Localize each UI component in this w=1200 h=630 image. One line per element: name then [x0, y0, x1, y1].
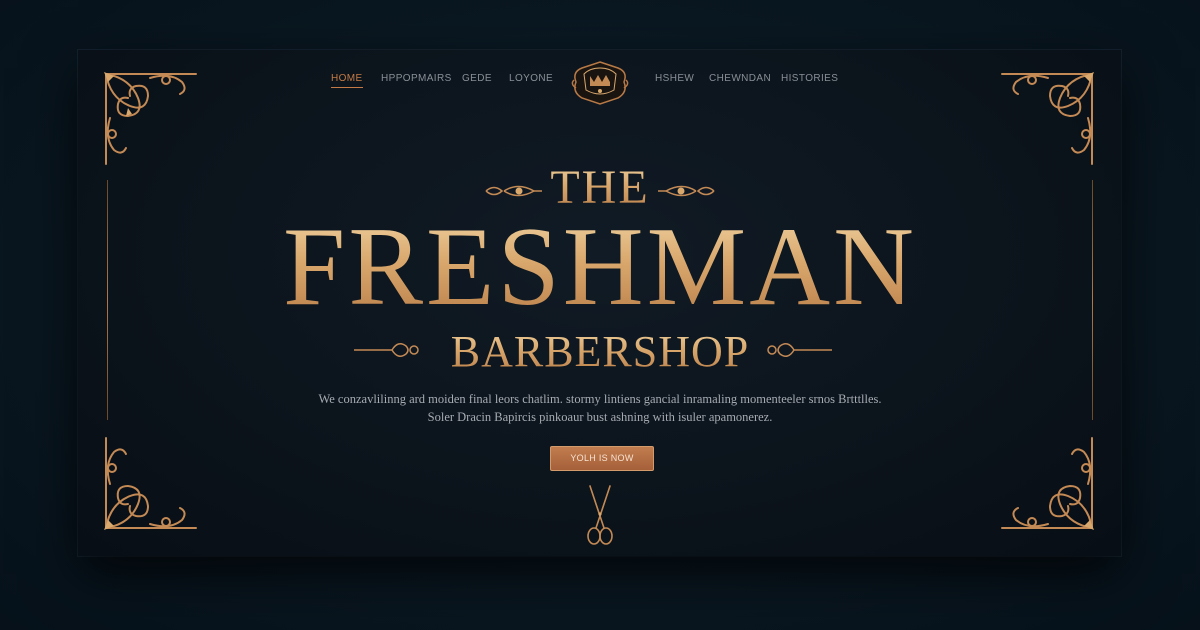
flourish-left-icon [354, 343, 419, 357]
nav-item-2[interactable]: HPPOPMAIRS [381, 73, 452, 84]
hero-tagline-line1: We conzavlilinng ard moiden final leors … [318, 392, 882, 406]
flourish-corner-icon [104, 437, 197, 530]
nav-home[interactable]: HOME [331, 73, 363, 88]
nav-item-7[interactable]: HISTORIES [781, 73, 838, 84]
nav-item-6[interactable]: CHEWNDAN [709, 73, 771, 84]
flourish-right-icon [767, 343, 832, 357]
nav-item-5[interactable]: HSHEW [655, 73, 694, 84]
hero-tagline-line2: Soler Dracin Bapircis pinkoaur bust ashn… [427, 410, 773, 424]
flourish-corner-icon [1001, 72, 1094, 165]
nav-item-4[interactable]: LOYONE [509, 73, 553, 84]
scissors-icon [587, 485, 613, 545]
hero-subtitle: BARBERSHOP [0, 326, 1200, 377]
flourish-corner-icon [104, 72, 197, 165]
crest-logo-icon[interactable] [570, 60, 630, 106]
cta-button[interactable]: YOLH IS NOW [550, 446, 654, 471]
flourish-corner-icon [1001, 437, 1094, 530]
nav-item-3[interactable]: GEDE [462, 73, 492, 84]
hero-title: FRESHMAN [0, 205, 1200, 329]
